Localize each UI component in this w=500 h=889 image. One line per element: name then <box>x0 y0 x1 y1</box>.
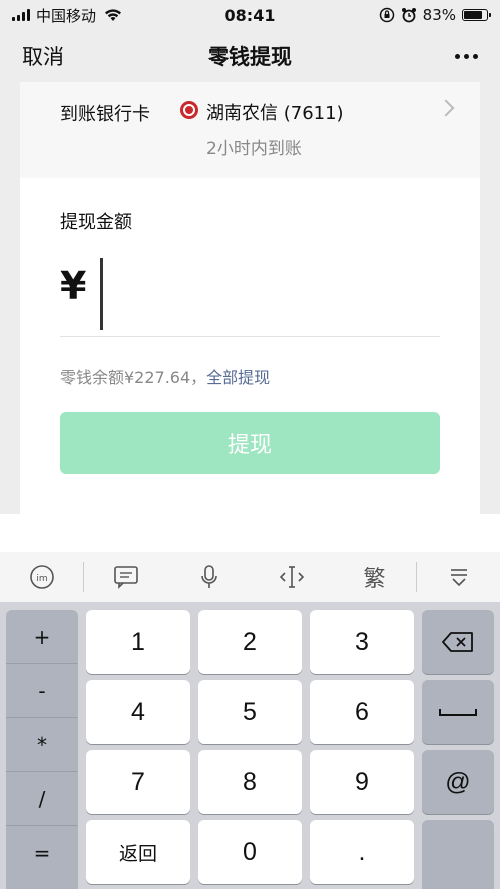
alarm-icon <box>401 8 416 23</box>
clock: 08:41 <box>224 5 276 25</box>
balance-text: 零钱余额¥227.64， <box>60 368 207 387</box>
arrival-time: 2小时内到账 <box>206 139 302 159</box>
space-key[interactable] <box>422 680 494 744</box>
more-icon[interactable] <box>455 53 478 59</box>
status-bar: 中国移动 08:41 83% <box>0 0 500 30</box>
confirm-key[interactable] <box>422 820 494 889</box>
backspace-key[interactable] <box>422 610 494 674</box>
back-key[interactable]: 返回 <box>86 820 190 884</box>
battery-percent: 83% <box>422 6 456 24</box>
balance-info: 零钱余额¥227.64，全部提现 <box>60 364 270 388</box>
numeric-keyboard: + - * / = 1 2 3 4 5 6 7 8 9 返回 0 . @ <box>0 602 500 889</box>
key-dot[interactable]: . <box>310 820 414 884</box>
key-8[interactable]: 8 <box>198 750 302 814</box>
space-icon <box>439 709 477 716</box>
bank-card-label: 到账银行卡 <box>60 104 150 125</box>
currency-symbol: ¥ <box>60 264 87 308</box>
bank-logo-icon <box>180 101 198 119</box>
key-9[interactable]: 9 <box>310 750 414 814</box>
key-2[interactable]: 2 <box>198 610 302 674</box>
keyboard-toolbar: im 繁 <box>0 552 500 602</box>
chevron-right-icon <box>437 99 455 117</box>
withdraw-all-link[interactable]: 全部提现 <box>206 368 270 387</box>
message-icon[interactable] <box>84 552 167 602</box>
symbol-key-multiply[interactable]: * <box>6 718 78 772</box>
key-1[interactable]: 1 <box>86 610 190 674</box>
symbol-key-minus[interactable]: - <box>6 664 78 718</box>
svg-text:im: im <box>36 574 47 584</box>
rotation-lock-icon <box>379 7 394 23</box>
symbol-key-plus[interactable]: + <box>6 610 78 664</box>
collapse-keyboard-icon[interactable] <box>417 552 500 602</box>
key-4[interactable]: 4 <box>86 680 190 744</box>
at-key[interactable]: @ <box>422 750 494 814</box>
symbol-column: + - * / = <box>6 610 78 889</box>
bank-card-row[interactable]: 到账银行卡 湖南农信 (7611) 2小时内到账 <box>20 82 480 178</box>
battery-icon <box>462 9 491 21</box>
symbol-key-divide[interactable]: / <box>6 772 78 826</box>
carrier-name: 中国移动 <box>36 6 97 25</box>
key-3[interactable]: 3 <box>310 610 414 674</box>
amount-input[interactable] <box>100 258 103 330</box>
withdraw-amount-card: 提现金额 ¥ 零钱余额¥227.64，全部提现 提现 <box>20 178 480 514</box>
mic-icon[interactable] <box>167 552 250 602</box>
divider <box>60 336 440 337</box>
wifi-icon <box>105 9 122 21</box>
ime-icon[interactable]: im <box>0 552 83 602</box>
cancel-button[interactable]: 取消 <box>22 41 64 71</box>
key-7[interactable]: 7 <box>86 750 190 814</box>
amount-label: 提现金额 <box>60 212 132 233</box>
page-title: 零钱提现 <box>208 45 292 69</box>
cursor-icon[interactable] <box>250 552 333 602</box>
key-6[interactable]: 6 <box>310 680 414 744</box>
key-0[interactable]: 0 <box>198 820 302 884</box>
signal-icon <box>12 9 30 21</box>
page-gap <box>0 514 500 552</box>
backspace-icon <box>442 632 473 652</box>
traditional-chinese-toggle[interactable]: 繁 <box>333 552 416 602</box>
nav-bar: 取消 零钱提现 <box>0 30 500 82</box>
symbol-key-equals[interactable]: = <box>6 826 78 880</box>
bank-name: 湖南农信 (7611) <box>206 103 344 124</box>
withdraw-button[interactable]: 提现 <box>60 412 440 474</box>
key-5[interactable]: 5 <box>198 680 302 744</box>
